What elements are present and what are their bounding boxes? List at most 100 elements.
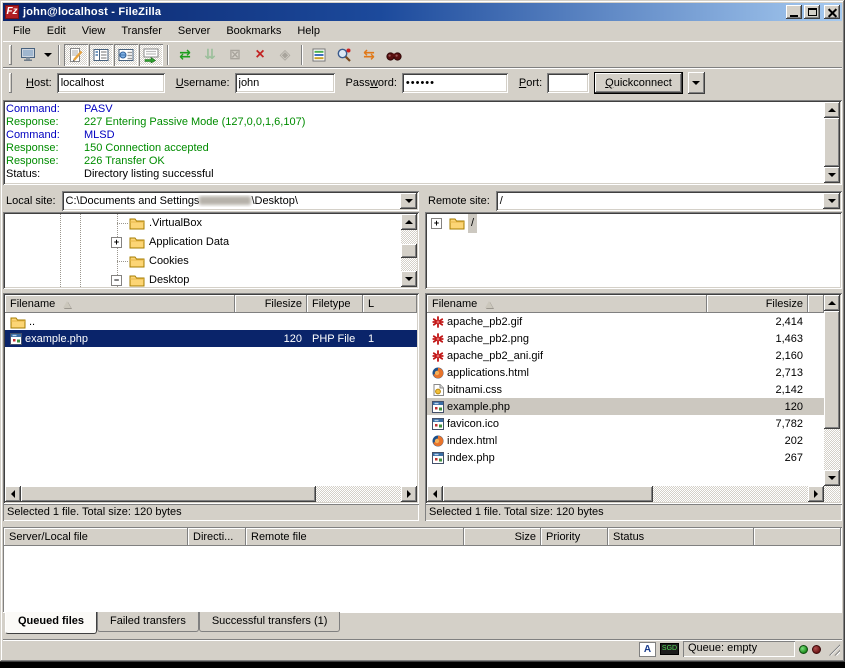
menu-view[interactable]: View [74,22,114,40]
toggle-message-log-button[interactable] [64,44,88,66]
log-scrollbar[interactable] [824,102,840,183]
menu-edit[interactable]: Edit [39,22,74,40]
local-tree-scrollbar[interactable] [401,214,417,287]
refresh-button[interactable]: ⇄ [173,44,197,66]
tab-successful-transfers[interactable]: Successful transfers (1) [199,612,341,632]
tree-expander-minus[interactable]: − [111,275,122,286]
scroll-up-button[interactable] [824,102,840,118]
directory-comparison-button[interactable] [332,44,356,66]
reconnect-button[interactable]: ◈ [273,44,297,66]
close-button[interactable] [824,5,840,19]
ico-file-icon [432,418,444,430]
tree-item-application-data[interactable]: + Application Data [5,233,401,252]
file-row[interactable]: apache_pb2_ani.gif2,160 [427,347,824,364]
column-header-status[interactable]: Status [608,528,754,546]
username-input[interactable] [235,73,335,93]
process-queue-button[interactable]: ⇊ [198,44,222,66]
tree-item-virtualbox[interactable]: .VirtualBox [5,214,401,233]
toolbar-gripper[interactable] [9,45,12,65]
scroll-left-button[interactable] [427,486,443,502]
column-header-direction[interactable]: Directi... [188,528,246,546]
remote-site-combo[interactable]: / [496,191,842,211]
synchronized-browsing-button[interactable]: ⇆ [357,44,381,66]
scroll-down-button[interactable] [824,470,840,486]
file-row[interactable]: bitnami.css2,142 [427,381,824,398]
filter-button[interactable] [307,44,331,66]
password-input[interactable] [402,73,508,93]
file-row[interactable]: apache_pb2.gif2,414 [427,313,824,330]
cancel-operation-button[interactable]: ⊠ [223,44,247,66]
local-site-dropdown[interactable] [400,193,417,209]
scroll-left-button[interactable] [5,486,21,502]
port-input[interactable] [547,73,589,93]
tab-failed-transfers[interactable]: Failed transfers [97,612,199,632]
column-header-size[interactable]: Size [464,528,541,546]
tree-item-desktop[interactable]: − Desktop [5,271,401,287]
scroll-right-button[interactable] [401,486,417,502]
file-row[interactable]: apache_pb2.png1,463 [427,330,824,347]
column-header-filesize[interactable]: Filesize [235,295,307,313]
column-header-filename[interactable]: Filename [427,295,707,313]
remote-list-vscrollbar[interactable] [824,295,840,502]
scroll-right-button[interactable] [808,486,824,502]
resize-grip[interactable] [827,643,840,656]
find-files-button[interactable] [382,44,406,66]
scroll-thumb[interactable] [824,118,840,167]
maximize-button[interactable] [804,5,820,19]
local-site-combo[interactable]: C:\Documents and Settings\Desktop\ [62,191,419,211]
tree-item-root[interactable]: + / [427,214,824,233]
column-header-remote-file[interactable]: Remote file [246,528,464,546]
file-row[interactable]: index.html202 [427,432,824,449]
remote-site-dropdown[interactable] [823,193,840,209]
file-row[interactable]: applications.html2,713 [427,364,824,381]
tree-expander-plus[interactable]: + [111,237,122,248]
file-row-parent-dir[interactable]: .. [5,313,417,330]
selection-status-row: Selected 1 file. Total size: 120 bytes S… [3,504,842,521]
toggle-local-tree-button[interactable] [89,44,113,66]
menu-transfer[interactable]: Transfer [113,22,170,40]
tab-queued-files[interactable]: Queued files [5,612,97,634]
site-manager-dropdown[interactable] [41,44,54,66]
queue-body[interactable] [4,546,841,611]
column-header-filesize[interactable]: Filesize [707,295,808,313]
file-row-example-php[interactable]: example.php 120 PHP File 1 [5,330,417,347]
toggle-transfer-queue-button[interactable] [139,44,163,66]
quickconnect-dropdown[interactable] [688,72,705,94]
scroll-up-button[interactable] [824,295,840,311]
quickconnect-button[interactable]: Quickconnect [594,72,683,94]
scroll-down-button[interactable] [824,167,840,183]
host-input[interactable] [57,73,165,93]
scroll-up-button[interactable] [401,214,417,230]
scroll-track[interactable] [653,486,808,502]
file-row[interactable]: index.php267 [427,449,824,466]
column-header-priority[interactable]: Priority [541,528,608,546]
disconnect-button[interactable]: × [248,44,272,66]
column-header-filename[interactable]: Filename [5,295,235,313]
menu-file[interactable]: File [5,22,39,40]
tree-item-cookies[interactable]: Cookies [5,252,401,271]
minimize-button[interactable] [786,5,802,19]
menu-bookmarks[interactable]: Bookmarks [218,22,289,40]
scroll-track[interactable] [401,258,417,272]
toggle-remote-tree-button[interactable] [114,44,138,66]
scroll-track[interactable] [401,230,417,244]
local-list-hscrollbar[interactable] [5,486,417,502]
scroll-track[interactable] [316,486,401,502]
file-row[interactable]: favicon.ico7,782 [427,415,824,432]
scroll-thumb[interactable] [443,486,653,502]
file-row-selected[interactable]: example.php120 [427,398,824,415]
quickconnect-gripper[interactable] [9,73,12,93]
menu-help[interactable]: Help [289,22,328,40]
scroll-down-button[interactable] [401,271,417,287]
scroll-thumb[interactable] [21,486,316,502]
scroll-thumb[interactable] [824,311,840,429]
site-manager-button[interactable] [16,44,40,66]
menu-server[interactable]: Server [170,22,218,40]
column-header-filetype[interactable]: Filetype [307,295,363,313]
tree-expander-plus[interactable]: + [431,218,442,229]
scroll-thumb[interactable] [401,244,417,258]
column-header-lastmodified[interactable]: L [363,295,417,313]
column-header-server-local-file[interactable]: Server/Local file [4,528,188,546]
scroll-track[interactable] [824,429,840,470]
remote-list-hscrollbar[interactable] [427,486,824,502]
